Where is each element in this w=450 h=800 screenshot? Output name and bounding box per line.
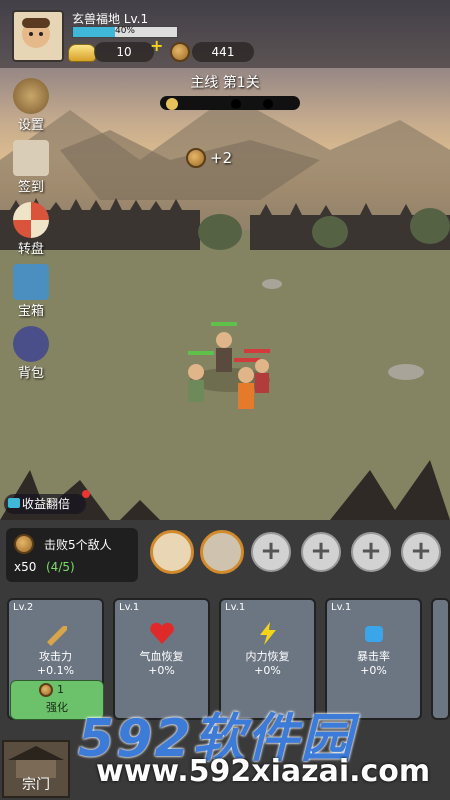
side-label: 设置: [17, 118, 44, 133]
card-level: Lv.1: [119, 602, 140, 613]
card-value: +0.1%: [36, 664, 75, 677]
side-bag[interactable]: 背包: [8, 326, 54, 381]
side-checkin[interactable]: 签到: [8, 140, 54, 195]
quest-box[interactable]: 击败5个敌人 x50 (4/5): [6, 528, 138, 582]
add-gold-button[interactable]: +: [150, 36, 163, 55]
side-label: 转盘: [17, 242, 44, 257]
add-hero-slot[interactable]: +: [351, 532, 391, 572]
upgrade-cost: 1: [57, 683, 64, 696]
side-settings[interactable]: 设置: [8, 78, 54, 133]
reward-popup: +2: [210, 149, 233, 167]
gold-ingot-icon: [68, 44, 96, 62]
quest-reward: x50: [14, 560, 37, 574]
chest-icon: [13, 264, 49, 300]
sect-button[interactable]: 宗门: [2, 740, 70, 798]
sword-icon: [47, 626, 67, 646]
side-label: 宝箱: [17, 304, 44, 319]
xp-text: 40%: [114, 26, 135, 36]
sect-label: 宗门: [22, 777, 50, 793]
double-income-button[interactable]: 收益翻倍: [4, 490, 90, 514]
card-name: 气血恢复: [139, 650, 184, 663]
card-value: +0%: [360, 664, 387, 677]
lightning-icon: [260, 622, 276, 645]
notification-dot: [82, 490, 90, 498]
player-avatar[interactable]: [12, 10, 64, 62]
add-hero-slot[interactable]: +: [401, 532, 441, 572]
hero-slot-1[interactable]: [150, 530, 194, 574]
bonus-label: 收益翻倍: [22, 497, 71, 511]
gear-icon: [13, 78, 49, 114]
add-hero-slot[interactable]: +: [301, 532, 341, 572]
heart-icon: [150, 622, 174, 644]
stage-progress: [160, 96, 300, 110]
side-label: 签到: [17, 180, 44, 195]
gold-count: 10: [94, 42, 154, 62]
bag-icon: [13, 326, 49, 362]
card-name: 内力恢复: [245, 650, 290, 663]
coin-drop-icon: [186, 148, 206, 168]
wheel-icon: [13, 202, 49, 238]
gourd-icon: [166, 98, 273, 110]
calendar-icon: [13, 140, 49, 176]
card-name: 攻击力: [39, 650, 72, 663]
card-level: Lv.1: [331, 602, 352, 613]
card-name: 暴击率: [357, 650, 390, 663]
coin-icon: [39, 683, 53, 697]
coin-icon: [170, 42, 190, 62]
fist-icon: [365, 626, 383, 642]
tv-icon: [8, 498, 20, 508]
card-value: +0%: [254, 664, 281, 677]
watermark-url: www.592xiazai.com: [96, 754, 431, 789]
card-level: Lv.2: [13, 602, 34, 613]
side-wheel[interactable]: 转盘: [8, 202, 54, 257]
hero-slot-2[interactable]: [200, 530, 244, 574]
face-icon: [22, 18, 50, 48]
stage-title: 主线 第1关: [190, 75, 260, 91]
player-name: 玄兽福地 Lv.1: [72, 12, 149, 26]
coin-count: 441: [192, 42, 254, 62]
next-card[interactable]: [431, 598, 450, 720]
quest-progress: (4/5): [46, 560, 75, 574]
pavilion-icon: [8, 746, 64, 778]
side-label: 背包: [17, 366, 44, 381]
add-hero-slot[interactable]: +: [251, 532, 291, 572]
coin-icon: [14, 534, 34, 554]
card-level: Lv.1: [225, 602, 246, 613]
side-chest[interactable]: 宝箱: [8, 264, 54, 319]
card-value: +0%: [148, 664, 175, 677]
quest-title: 击败5个敌人: [44, 538, 112, 552]
